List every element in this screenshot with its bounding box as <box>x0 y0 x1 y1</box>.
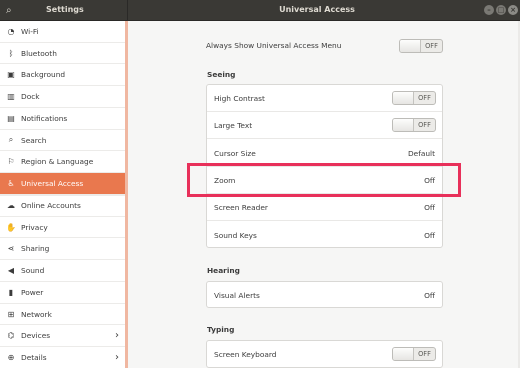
universal-access-icon: ♿ <box>7 179 15 189</box>
setting-label: Cursor Size <box>214 148 256 158</box>
setting-row-visual-alerts[interactable]: Visual Alerts Off <box>207 282 442 309</box>
section-hearing-title: Hearing <box>207 266 240 275</box>
dock-icon: ▥ <box>7 92 15 102</box>
online-accounts-icon: ☁ <box>7 201 15 211</box>
region-language-icon: ⚐ <box>7 157 15 167</box>
sidebar-item-label: Devices <box>21 331 51 341</box>
setting-label: Sound Keys <box>214 230 257 240</box>
app-title: Settings <box>46 5 84 14</box>
header-left: ⌕ Settings <box>0 0 128 21</box>
sidebar-item-sharing[interactable]: ⋖ Sharing <box>0 239 125 261</box>
sidebar-item-label: Notifications <box>21 113 68 123</box>
typing-list: Screen Keyboard OFF <box>206 340 443 368</box>
sidebar-item-label: Dock <box>21 92 40 102</box>
hearing-list: Visual Alerts Off <box>206 281 443 308</box>
always-show-menu-label: Always Show Universal Access Menu <box>206 41 342 50</box>
sidebar-item-privacy[interactable]: ✋ Privacy <box>0 217 125 239</box>
sidebar-item-power[interactable]: ▮ Power <box>0 282 125 304</box>
sidebar-item-bluetooth[interactable]: ᛒ Bluetooth <box>0 43 125 65</box>
setting-value: Off <box>424 291 435 300</box>
sidebar-item-sound[interactable]: ◀ Sound <box>0 260 125 282</box>
wifi-icon: ◔ <box>7 26 15 36</box>
bluetooth-icon: ᛒ <box>8 48 14 58</box>
sidebar-item-label: Sound <box>21 266 45 276</box>
sidebar-item-label: Universal Access <box>21 179 84 189</box>
setting-label: Screen Keyboard <box>214 350 277 359</box>
setting-row-large-text[interactable]: Large Text OFF <box>207 112 442 140</box>
switch-knob <box>400 40 421 52</box>
sidebar-item-background[interactable]: ▣ Background <box>0 65 125 87</box>
sharing-icon: ⋖ <box>7 244 15 254</box>
sidebar-item-dock[interactable]: ▥ Dock <box>0 86 125 108</box>
sidebar-item-label: Details <box>21 353 47 363</box>
search-icon[interactable]: ⌕ <box>6 5 26 16</box>
maximize-icon[interactable]: □ <box>496 5 506 15</box>
setting-value: Default <box>407 148 435 158</box>
chevron-right-icon: › <box>115 330 119 342</box>
sidebar-item-region-and-language[interactable]: ⚐ Region & Language <box>0 152 125 174</box>
window-title: Universal Access <box>279 5 355 14</box>
sidebar-item-devices[interactable]: ⌬ Devices › <box>0 326 125 348</box>
switch-knob <box>393 119 414 132</box>
search-icon: ⌕ <box>8 135 14 145</box>
sidebar-item-online-accounts[interactable]: ☁ Online Accounts <box>0 195 125 217</box>
switch-state: OFF <box>418 121 431 130</box>
always-show-menu-row[interactable]: Always Show Universal Access Menu OFF <box>206 38 443 54</box>
switch-state: OFF <box>418 94 431 102</box>
large-text-switch[interactable]: OFF <box>392 118 436 133</box>
sidebar-item-label: Bluetooth <box>21 48 57 58</box>
sidebar-item-label: Sharing <box>21 244 50 254</box>
background-icon: ▣ <box>7 70 15 80</box>
sidebar: ◔ Wi-Fi ᛒ Bluetooth ▣ Background ▥ Dock ▤ Notific… <box>0 21 125 368</box>
setting-label: Large Text <box>214 121 253 131</box>
setting-label: High Contrast <box>214 94 265 103</box>
setting-row-screen-keyboard[interactable]: Screen Keyboard OFF <box>207 341 442 368</box>
switch-knob <box>393 92 414 104</box>
setting-label: Visual Alerts <box>214 291 260 300</box>
switch-state: OFF <box>425 42 438 50</box>
notifications-icon: ▤ <box>7 113 15 123</box>
header-bar: ⌕ Settings Universal Access – □ × <box>0 0 520 21</box>
sidebar-item-search[interactable]: ⌕ Search <box>0 130 125 152</box>
high-contrast-switch[interactable]: OFF <box>392 91 436 105</box>
chevron-right-icon: › <box>115 352 119 364</box>
setting-value: Off <box>424 203 435 213</box>
sidebar-item-label: Privacy <box>21 222 48 232</box>
sidebar-item-label: Power <box>21 287 44 297</box>
screen-keyboard-switch[interactable]: OFF <box>392 347 436 361</box>
sidebar-item-label: Wi-Fi <box>21 26 39 36</box>
sidebar-item-wi-fi[interactable]: ◔ Wi-Fi <box>0 21 125 43</box>
setting-value: Off <box>424 230 435 240</box>
sidebar-item-label: Network <box>21 309 52 319</box>
always-show-menu-switch[interactable]: OFF <box>399 39 443 53</box>
sidebar-item-label: Search <box>21 135 47 145</box>
devices-icon: ⌬ <box>7 331 15 341</box>
section-seeing-title: Seeing <box>207 70 236 79</box>
power-icon: ▮ <box>8 287 14 297</box>
switch-knob <box>393 348 414 360</box>
zoom-highlight-box <box>187 163 461 197</box>
setting-row-high-contrast[interactable]: High Contrast OFF <box>207 85 442 112</box>
network-icon: ⊞ <box>7 309 15 319</box>
privacy-icon: ✋ <box>6 222 16 232</box>
setting-row-screen-reader[interactable]: Screen Reader Off <box>207 194 442 222</box>
close-icon[interactable]: × <box>508 5 518 15</box>
section-typing-title: Typing <box>207 325 235 334</box>
sidebar-item-universal-access[interactable]: ♿ Universal Access <box>0 173 125 195</box>
setting-row-sound-keys[interactable]: Sound Keys Off <box>207 222 442 249</box>
switch-state: OFF <box>418 350 431 358</box>
sound-icon: ◀ <box>7 266 15 276</box>
sidebar-item-label: Online Accounts <box>21 201 81 211</box>
setting-label: Screen Reader <box>214 203 268 213</box>
sidebar-item-network[interactable]: ⊞ Network <box>0 304 125 326</box>
sidebar-item-notifications[interactable]: ▤ Notifications <box>0 108 125 130</box>
details-icon: ⊕ <box>7 353 15 363</box>
minimize-icon[interactable]: – <box>484 5 494 15</box>
sidebar-item-label: Region & Language <box>21 157 94 167</box>
sidebar-item-details[interactable]: ⊕ Details › <box>0 347 125 368</box>
sidebar-item-label: Background <box>21 70 66 80</box>
